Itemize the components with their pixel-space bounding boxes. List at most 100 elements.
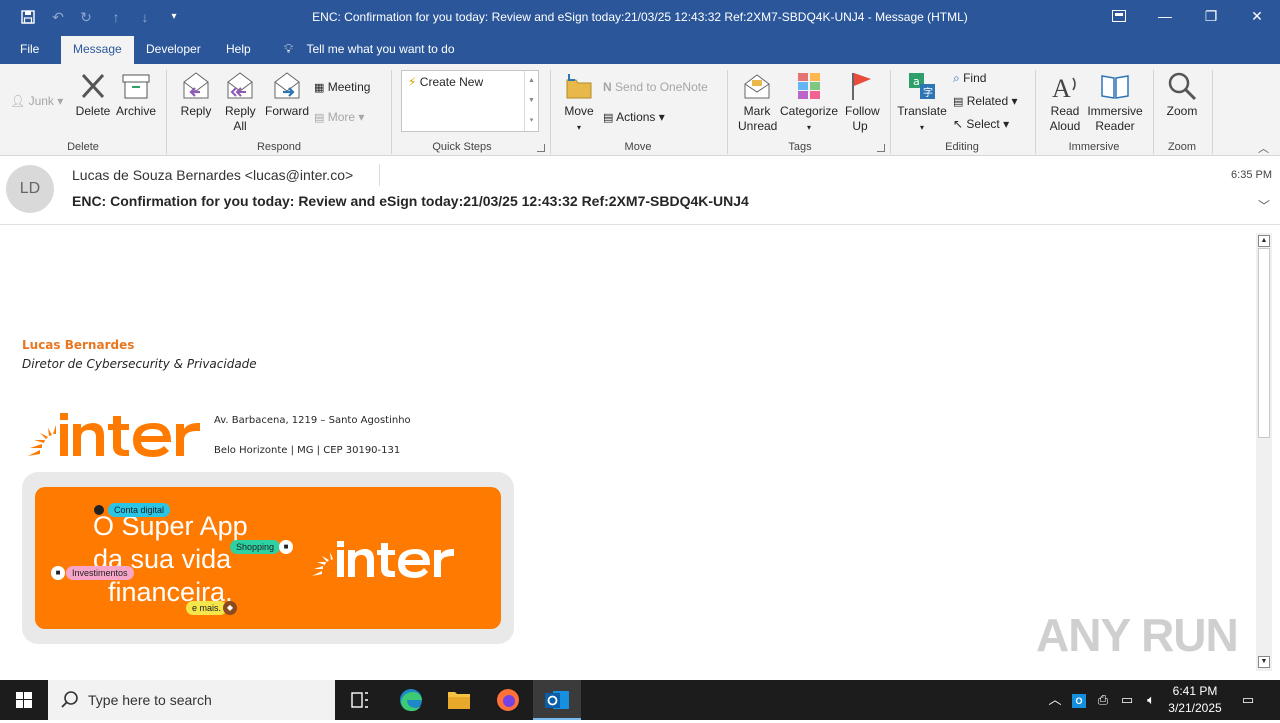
tag-conta-digital: Conta digital [108,503,171,517]
more-button[interactable]: ▤ More ▾ [314,107,364,127]
reply-button[interactable]: Reply [176,70,216,119]
quick-step-create-new[interactable]: ⚡︎ Create New [408,72,483,92]
follow-up-button[interactable]: Follow Up [840,70,880,134]
group-label-quick-steps: Quick Steps [432,141,492,153]
group-label-editing: Editing [945,141,979,153]
categorize-button[interactable]: Categorize ▾ [780,70,838,135]
delete-icon [81,73,105,99]
anyrun-watermark: ANY RUN [1036,609,1239,661]
find-icon: ⌕ [953,71,960,85]
select-button[interactable]: ↖ Select ▾ [953,114,1009,134]
group-separator [550,70,551,154]
firefox-icon [497,689,519,711]
svg-text:a: a [913,75,920,88]
forward-button[interactable]: Forward [263,70,311,119]
actions-button[interactable]: ▤ Actions ▾ [603,107,665,127]
task-view-button[interactable] [336,680,384,720]
scroll-down-arrow[interactable]: ▼ [1258,656,1270,668]
gallery-scroll[interactable]: ▲ ▼ ▾ [524,71,538,131]
sender[interactable]: Lucas de Souza Bernardes <lucas@inter.co… [72,167,353,183]
device-tray-icon[interactable]: ⎙ [1092,680,1114,720]
scroll-up-arrow[interactable]: ▲ [1258,235,1270,247]
move-button[interactable]: Move ▾ [560,70,598,135]
immersive-reader-button[interactable]: Immersive Reader [1087,70,1143,134]
delete-button[interactable]: Delete [74,70,112,119]
tag-icon: ◆ [223,601,237,615]
read-aloud-button[interactable]: A Read Aloud [1043,70,1087,134]
read-aloud-icon: A [1052,74,1076,102]
onenote-icon: N [603,80,612,94]
header-divider [379,164,380,186]
firefox-button[interactable] [484,680,532,720]
ribbon-tabs: File Message Developer Help 💡︎ Tell me w… [0,34,1280,64]
notifications-icon[interactable]: ▭ [1236,680,1260,720]
related-button[interactable]: ▤ Related ▾ [953,91,1017,111]
reply-all-button[interactable]: Reply All [220,70,260,134]
mark-unread-icon [744,74,770,99]
tell-me-box[interactable]: 💡︎ Tell me what you want to do [272,34,467,64]
group-label-respond: Respond [256,141,302,153]
outlook-button[interactable] [533,680,581,720]
network-icon[interactable]: ▭ [1116,680,1138,720]
clock-time: 6:41 PM [1172,684,1218,698]
title-bar: ↶ ↻ ↑ ↓ ▾ ENC: Confirmation for you toda… [0,0,1280,34]
group-separator [391,70,392,154]
tag-icon: ■ [51,566,65,580]
maximize-button[interactable]: ❐ [1188,0,1234,32]
group-separator [166,70,167,154]
tray-overflow-icon[interactable]: ︿ [1044,680,1066,720]
message-subject: ENC: Confirmation for you today: Review … [72,193,749,209]
avatar[interactable]: LD [6,165,54,213]
tag-shopping: Shopping [230,540,281,554]
calendar-icon: ▦ [314,82,325,94]
group-label-move: Move [624,141,652,153]
zoom-icon [1168,72,1197,101]
expand-header-icon[interactable]: ﹀ [1258,197,1270,214]
tag-investimentos: Investimentos [66,566,134,580]
translate-button[interactable]: a字 Translate ▾ [897,70,947,135]
scrollbar-thumb[interactable] [1258,248,1270,438]
taskbar-clock[interactable]: 6:41 PM 3/21/2025 [1162,683,1228,717]
ribbon-display-icon[interactable] [1096,0,1142,32]
svg-text:字: 字 [923,86,933,99]
zoom-button[interactable]: Zoom [1162,70,1202,119]
group-label-immersive: Immersive [1068,141,1120,153]
forward-icon [274,72,300,99]
collapse-ribbon-icon[interactable]: ︿ [1258,140,1269,156]
junk-button[interactable]: 👤︎ Junk ▾ [10,91,63,111]
group-separator [1153,70,1154,154]
volume-icon[interactable]: 🔈︎ [1140,680,1162,720]
close-button[interactable]: ✕ [1234,0,1280,32]
window-title: ENC: Confirmation for you today: Review … [312,10,968,24]
start-button[interactable] [0,680,48,720]
tab-message[interactable]: Message [61,36,134,64]
tab-help[interactable]: Help [214,34,263,64]
windows-icon [16,692,32,708]
tab-developer[interactable]: Developer [134,34,213,64]
banner-inter-logo [310,540,470,583]
lightning-icon: ⚡︎ [408,75,417,89]
actions-icon: ▤ [603,112,614,124]
send-to-onenote-button[interactable]: N Send to OneNote [603,77,708,97]
meeting-button[interactable]: ▦ Meeting [314,77,370,97]
archive-button[interactable]: Archive [114,70,158,119]
clock-date: 3/21/2025 [1168,701,1222,715]
group-separator [727,70,728,154]
dialog-launcher-icon[interactable] [877,144,885,152]
edge-button[interactable] [387,680,435,720]
group-separator [890,70,891,154]
more-respond-icon: ▤ [314,112,325,124]
file-explorer-button[interactable] [435,680,483,720]
tag-icon: ■ [279,540,293,554]
find-button[interactable]: ⌕ Find [953,68,986,88]
lightbulb-icon: 💡︎ [284,41,294,56]
junk-icon: 👤︎ [10,94,26,108]
quick-steps-gallery[interactable]: ⚡︎ Create New ▲ ▼ ▾ [401,70,539,132]
tab-file[interactable]: File [8,34,51,64]
address-line-2: Belo Horizonte | MG | CEP 30190-131 [214,445,401,456]
signature-role: Diretor de Cybersecurity & Privacidade [22,357,257,371]
dialog-launcher-icon[interactable] [537,144,545,152]
outlook-tray-icon[interactable]: O [1068,680,1090,720]
mark-unread-button[interactable]: Mark Unread [734,70,780,134]
minimize-button[interactable]: — [1142,0,1188,32]
